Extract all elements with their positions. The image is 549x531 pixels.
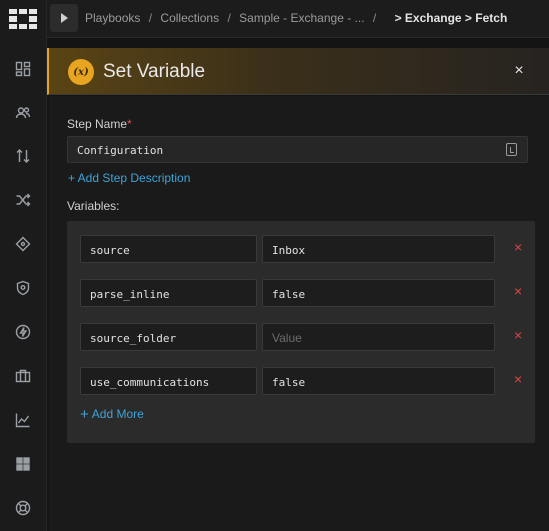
plus-icon: + — [80, 406, 89, 423]
set-variable-form: Step Name* Configuration + Add Step Desc… — [49, 96, 549, 531]
bolt-icon[interactable] — [13, 322, 33, 342]
variable-name-field[interactable]: source_folder — [80, 323, 257, 351]
variable-name: source_folder — [90, 332, 177, 345]
step-name-label-text: Step Name — [67, 117, 128, 131]
variable-value: Inbox — [272, 244, 306, 257]
breadcrumb-playbooks[interactable]: Playbooks — [85, 11, 140, 25]
breadcrumb-current: > Exchange > Fetch — [394, 11, 508, 25]
variable-name: use_communications — [90, 376, 210, 389]
variable-name-field[interactable]: use_communications — [80, 367, 257, 395]
remove-variable-button[interactable]: × — [514, 328, 522, 342]
play-icon — [61, 13, 68, 23]
expression-icon[interactable] — [506, 143, 517, 156]
variable-name: parse_inline — [90, 288, 170, 301]
remove-variable-button[interactable]: × — [514, 284, 522, 298]
breadcrumb: Playbooks / Collections / Sample - Excha… — [85, 11, 507, 25]
close-button[interactable]: × — [511, 63, 527, 79]
variable-value: false — [272, 288, 306, 301]
variables-label: Variables: — [67, 199, 120, 213]
variable-name-field[interactable]: source — [80, 235, 257, 263]
support-icon[interactable] — [13, 498, 33, 518]
variable-row: use_communications false × — [80, 367, 530, 395]
step-name-value: Configuration — [77, 144, 164, 157]
variable-row: source_folder Value × — [80, 323, 530, 351]
fortinet-logo[interactable] — [8, 8, 38, 30]
top-bar: Playbooks / Collections / Sample - Excha… — [47, 0, 549, 38]
variable-value: false — [272, 376, 306, 389]
apps-icon[interactable] — [13, 454, 33, 474]
add-more-label: Add More — [91, 407, 144, 421]
variable-value-field[interactable]: Value — [262, 323, 495, 351]
remove-variable-button[interactable]: × — [514, 372, 522, 386]
variable-row: source Inbox × — [80, 235, 530, 263]
breadcrumb-sample-exchange[interactable]: Sample - Exchange - ... — [239, 11, 364, 25]
variable-icon: (x) — [68, 59, 94, 85]
breadcrumb-separator: / — [227, 11, 231, 25]
left-nav-rail — [0, 0, 47, 531]
add-step-description-link[interactable]: + Add Step Description — [68, 171, 190, 185]
expand-sidebar-button[interactable] — [50, 4, 78, 32]
breadcrumb-separator: / — [372, 11, 377, 25]
variable-name: source — [90, 244, 130, 257]
breadcrumb-collections[interactable]: Collections — [160, 11, 219, 25]
users-icon[interactable] — [13, 103, 33, 123]
crosshair-icon[interactable] — [13, 234, 33, 254]
shuffle-icon[interactable] — [13, 190, 33, 210]
chart-icon[interactable] — [13, 410, 33, 430]
step-name-field[interactable]: Configuration — [67, 136, 528, 163]
variable-value-field[interactable]: false — [262, 279, 495, 307]
required-marker: * — [127, 117, 132, 131]
variable-value-placeholder: Value — [272, 331, 302, 345]
briefcase-icon[interactable] — [13, 366, 33, 386]
variable-row: parse_inline false × — [80, 279, 530, 307]
shield-icon[interactable] — [13, 278, 33, 298]
set-variable-panel-header: (x) Set Variable × — [47, 48, 549, 95]
step-name-label: Step Name* — [67, 117, 132, 131]
variable-value-field[interactable]: Inbox — [262, 235, 495, 263]
variables-list: source Inbox × parse_inline false × sour… — [67, 221, 535, 443]
add-more-button[interactable]: + Add More — [80, 405, 144, 423]
dashboard-icon[interactable] — [13, 59, 33, 79]
sort-icon[interactable] — [13, 146, 33, 166]
panel-title: Set Variable — [103, 61, 206, 82]
variable-value-field[interactable]: false — [262, 367, 495, 395]
variable-name-field[interactable]: parse_inline — [80, 279, 257, 307]
breadcrumb-separator: / — [148, 11, 153, 25]
remove-variable-button[interactable]: × — [514, 240, 522, 254]
